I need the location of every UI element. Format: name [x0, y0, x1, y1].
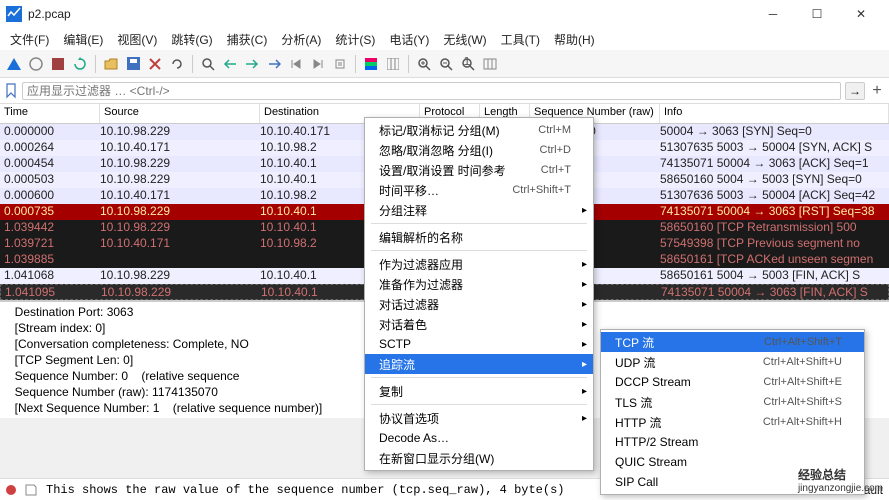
menu-item[interactable]: DCCP StreamCtrl+Alt+Shift+E: [601, 372, 864, 392]
menu-item[interactable]: 对话着色: [365, 314, 593, 334]
goto-icon[interactable]: [264, 54, 284, 74]
menu-item[interactable]: 对话过滤器: [365, 294, 593, 314]
menu-item[interactable]: 准备作为过滤器: [365, 274, 593, 294]
title-bar: p2.pcap ─ ☐ ✕: [0, 0, 889, 28]
filter-add-button[interactable]: +: [869, 82, 885, 100]
window-title: p2.pcap: [28, 7, 751, 21]
status-text: This shows the raw value of the sequence…: [46, 483, 564, 497]
menu-item[interactable]: 设置/取消设置 时间参考Ctrl+T: [365, 160, 593, 180]
circle-icon[interactable]: [26, 54, 46, 74]
menu-item[interactable]: TLS 流Ctrl+Alt+Shift+S: [601, 392, 864, 412]
resize-cols-icon[interactable]: [480, 54, 500, 74]
menu-item[interactable]: SCTP: [365, 334, 593, 354]
zoom-out-icon[interactable]: [436, 54, 456, 74]
menu-工具(T)[interactable]: 工具(T): [495, 29, 546, 50]
first-icon[interactable]: [286, 54, 306, 74]
menu-item[interactable]: 忽略/取消忽略 分组(I)Ctrl+D: [365, 140, 593, 160]
menu-item[interactable]: 时间平移…Ctrl+Shift+T: [365, 180, 593, 200]
menu-帮助(H)[interactable]: 帮助(H): [548, 29, 601, 50]
zoom-reset-icon[interactable]: 1: [458, 54, 478, 74]
restart-icon[interactable]: [70, 54, 90, 74]
minimize-button[interactable]: ─: [751, 0, 795, 28]
filter-apply-button[interactable]: →: [845, 82, 865, 100]
find-icon[interactable]: [198, 54, 218, 74]
menu-跳转(G)[interactable]: 跳转(G): [165, 29, 218, 50]
menu-编辑(E)[interactable]: 编辑(E): [57, 29, 109, 50]
reload-icon[interactable]: [167, 54, 187, 74]
context-menu[interactable]: 标记/取消标记 分组(M)Ctrl+M忽略/取消忽略 分组(I)Ctrl+D设置…: [364, 117, 594, 471]
app-icon: [6, 6, 22, 22]
capture-note-icon[interactable]: [24, 483, 38, 497]
stop-icon[interactable]: [48, 54, 68, 74]
menu-分析(A)[interactable]: 分析(A): [275, 29, 327, 50]
svg-text:1: 1: [464, 57, 471, 68]
menu-文件(F)[interactable]: 文件(F): [4, 29, 55, 50]
expert-info-icon[interactable]: [6, 485, 16, 495]
menu-无线(W)[interactable]: 无线(W): [437, 29, 492, 50]
menu-item[interactable]: HTTP/2 Stream: [601, 432, 864, 452]
forward-icon[interactable]: [242, 54, 262, 74]
menu-item[interactable]: 在新窗口显示分组(W): [365, 448, 593, 468]
menu-item[interactable]: 协议首选项: [365, 408, 593, 428]
watermark: 经验总结 jingyanzongjie.com: [798, 466, 883, 494]
toolbar: 1: [0, 50, 889, 78]
colorize-icon[interactable]: [361, 54, 381, 74]
display-filter-input[interactable]: [27, 84, 836, 98]
menu-item[interactable]: TCP 流Ctrl+Alt+Shift+T: [601, 332, 864, 352]
last-icon[interactable]: [308, 54, 328, 74]
shark-fin-icon[interactable]: [4, 54, 24, 74]
menu-item[interactable]: 作为过滤器应用: [365, 254, 593, 274]
col-time[interactable]: Time: [0, 104, 100, 123]
menu-item[interactable]: UDP 流Ctrl+Alt+Shift+U: [601, 352, 864, 372]
col-info[interactable]: Info: [660, 104, 889, 123]
menu-统计(S)[interactable]: 统计(S): [329, 29, 381, 50]
menu-捕获(C)[interactable]: 捕获(C): [221, 29, 274, 50]
menu-item[interactable]: 分组注释: [365, 200, 593, 220]
menu-item[interactable]: 复制: [365, 381, 593, 401]
open-icon[interactable]: [101, 54, 121, 74]
menu-bar: 文件(F)编辑(E)视图(V)跳转(G)捕获(C)分析(A)统计(S)电话(Y)…: [0, 28, 889, 50]
menu-item[interactable]: Decode As…: [365, 428, 593, 448]
menu-视图(V)[interactable]: 视图(V): [111, 29, 163, 50]
bookmark-icon[interactable]: [4, 83, 18, 99]
close-button[interactable]: ✕: [839, 0, 883, 28]
back-icon[interactable]: [220, 54, 240, 74]
auto-scroll-icon[interactable]: [330, 54, 350, 74]
maximize-button[interactable]: ☐: [795, 0, 839, 28]
menu-电话(Y)[interactable]: 电话(Y): [383, 29, 435, 50]
save-icon[interactable]: [123, 54, 143, 74]
menu-item[interactable]: 编辑解析的名称: [365, 227, 593, 247]
col-source[interactable]: Source: [100, 104, 260, 123]
close-file-icon[interactable]: [145, 54, 165, 74]
filter-bar: → +: [0, 78, 889, 104]
menu-item[interactable]: 标记/取消标记 分组(M)Ctrl+M: [365, 120, 593, 140]
menu-item[interactable]: 追踪流: [365, 354, 593, 374]
menu-item[interactable]: HTTP 流Ctrl+Alt+Shift+H: [601, 412, 864, 432]
columns-icon[interactable]: [383, 54, 403, 74]
zoom-in-icon[interactable]: [414, 54, 434, 74]
